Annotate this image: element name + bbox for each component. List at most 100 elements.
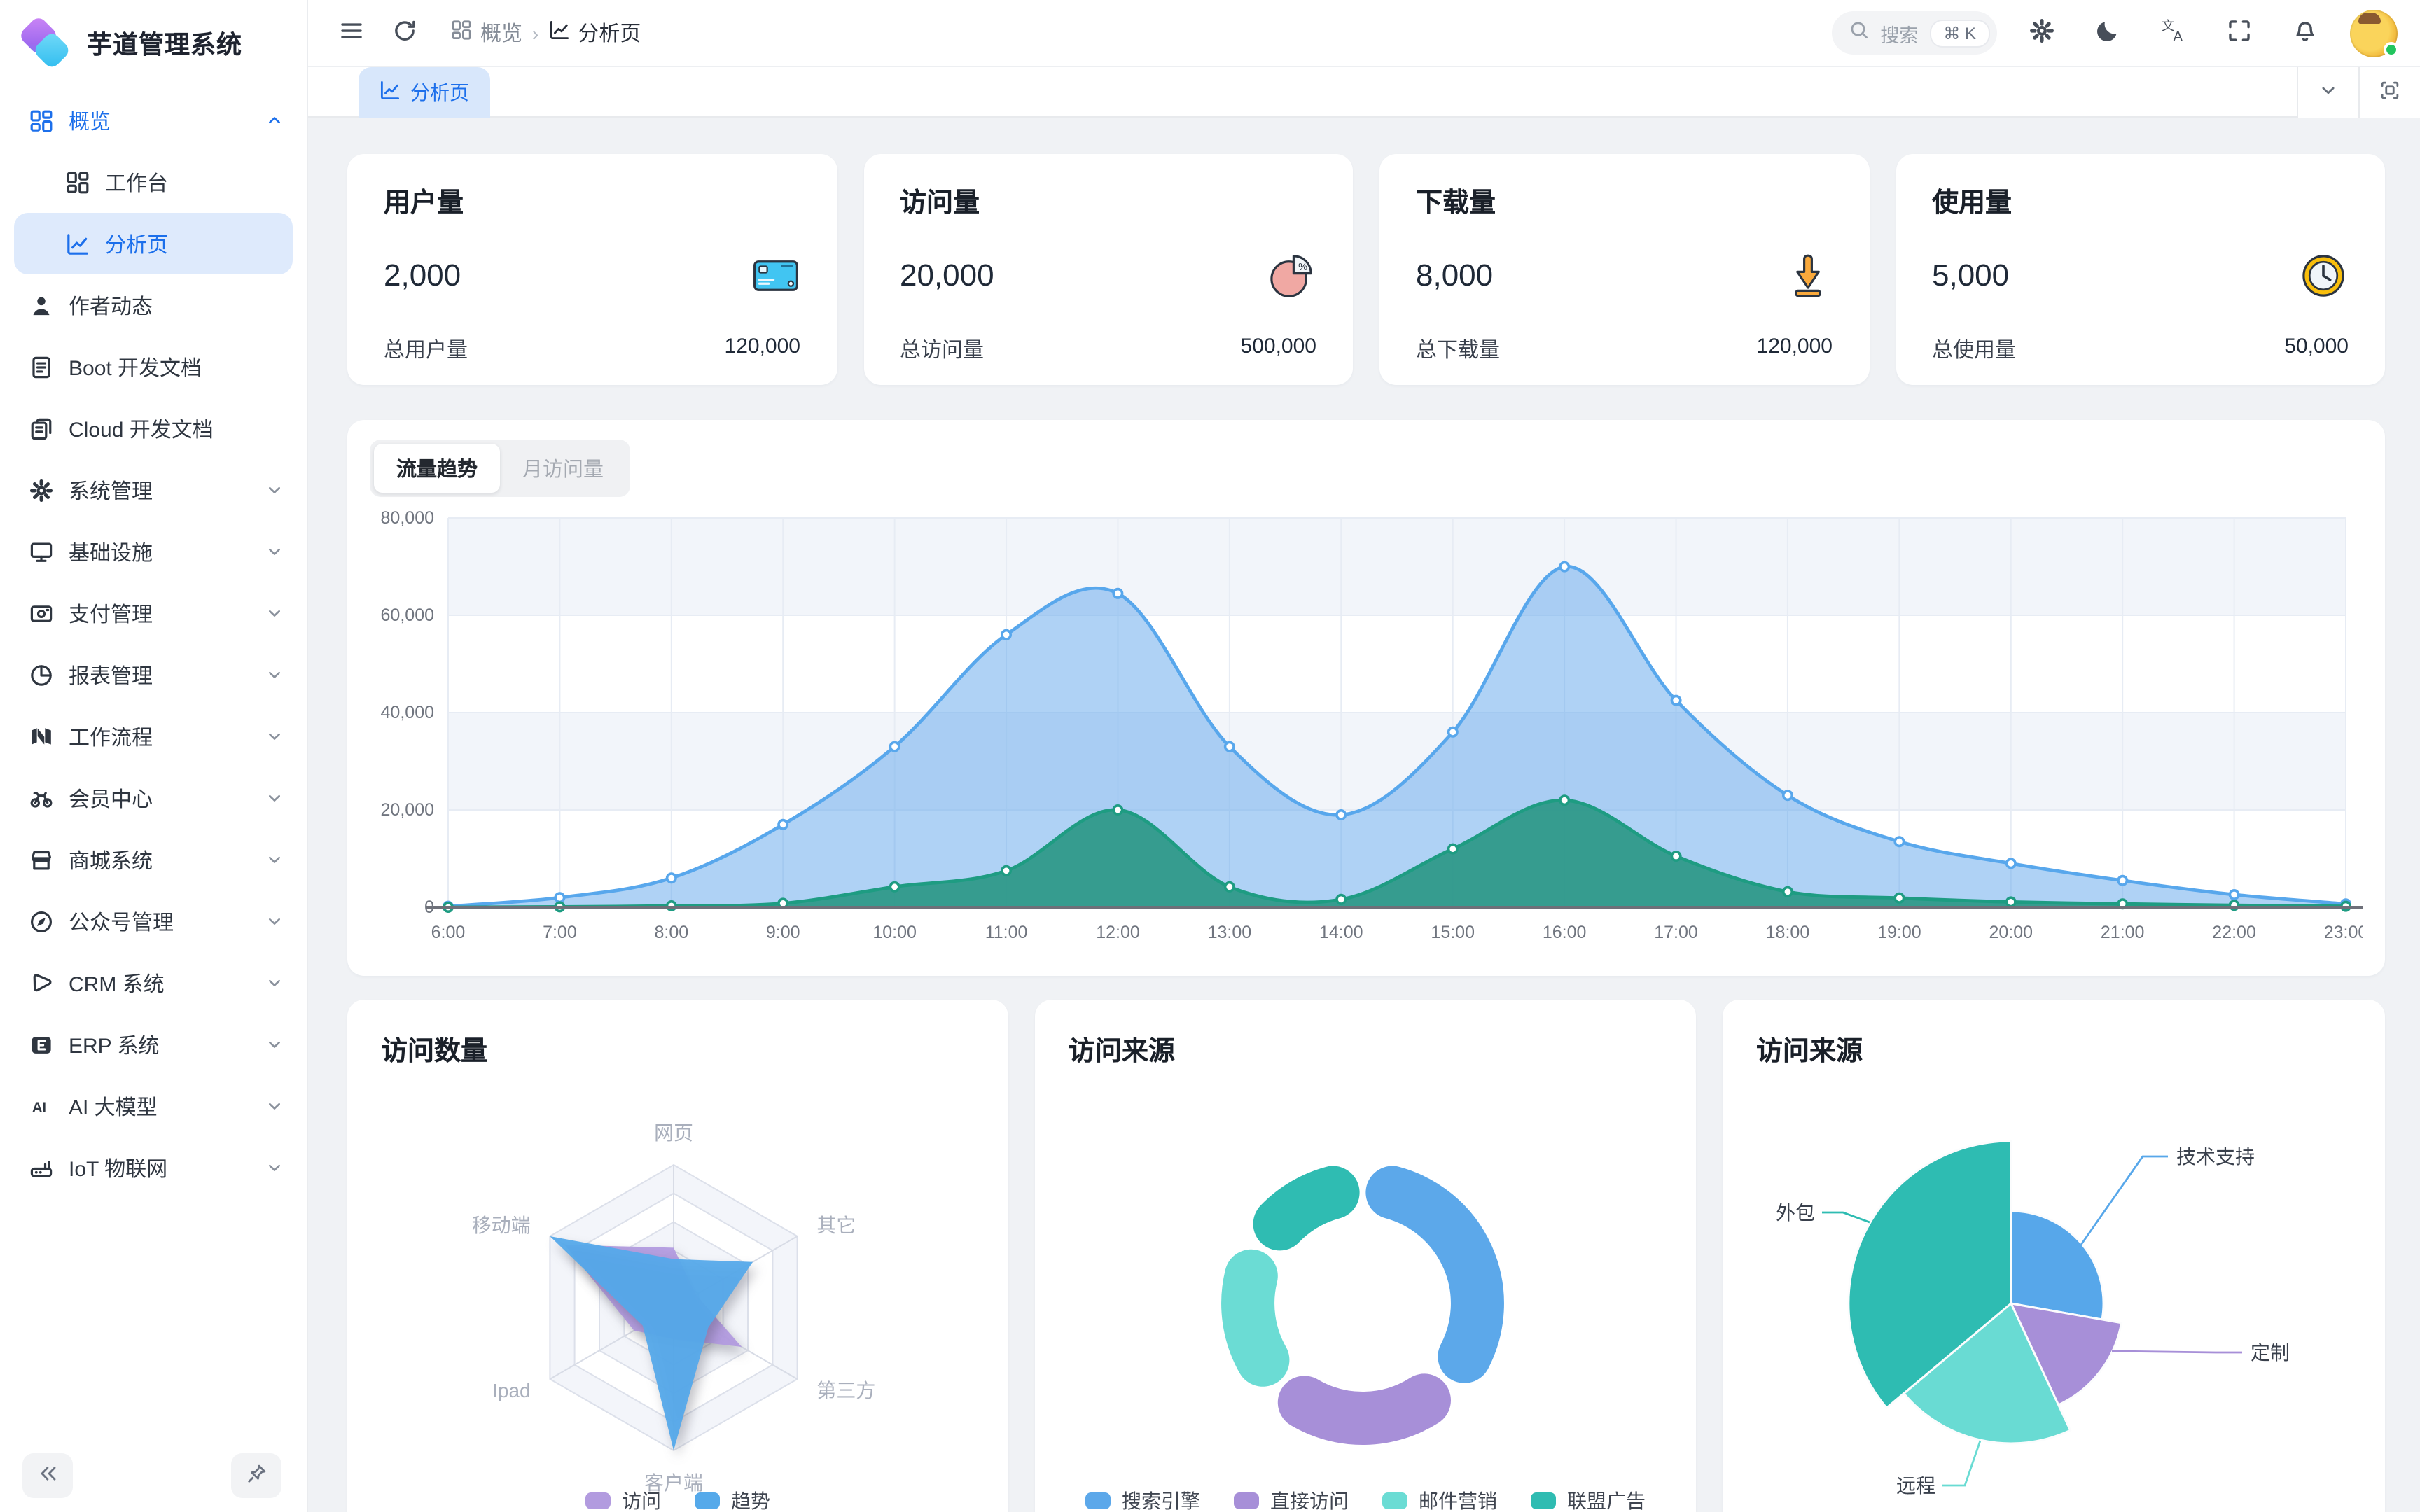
card-title: 访问数量 (347, 1000, 1008, 1068)
app-logo[interactable]: 芋道管理系统 (0, 0, 307, 81)
stat-card-value: 5,000 (1932, 258, 2009, 294)
chevron-down-icon (265, 480, 284, 500)
chevron-down-icon (265, 542, 284, 561)
tab-options-button[interactable] (2297, 67, 2358, 118)
search-shortcut-badge: ⌘ K (1929, 19, 1990, 47)
sidebar-pin-button[interactable] (231, 1453, 281, 1498)
legend-swatch (1382, 1492, 1407, 1509)
search-input[interactable]: 搜索 ⌘ K (1831, 11, 1997, 55)
visit-source-donut-chart[interactable] (1035, 1061, 1696, 1509)
trend-tab-group: 流量趋势 月访问量 (370, 440, 630, 497)
stat-total-label: 总用户量 (384, 335, 468, 364)
svg-text:0: 0 (424, 897, 434, 917)
svg-text:40,000: 40,000 (381, 703, 434, 722)
sidebar-item-mp[interactable]: 公众号管理 (0, 890, 307, 952)
sidebar-item-label: 系统管理 (69, 475, 265, 505)
fullscreen-button[interactable] (2218, 12, 2260, 54)
svg-text:80,000: 80,000 (381, 508, 434, 528)
expand-icon (2379, 80, 2400, 105)
sidebar-item-workflow[interactable]: 工作流程 (0, 706, 307, 767)
stat-card-visit-count: 访问量20,000%总访问量500,000 (863, 154, 1353, 385)
sidebar-item-ai[interactable]: AIAI 大模型 (0, 1075, 307, 1137)
stat-card-title: 下载量 (1416, 182, 1833, 220)
stat-card-title: 访问量 (900, 182, 1316, 220)
sidebar-item-cloud-docs[interactable]: Cloud 开发文档 (0, 398, 307, 459)
svg-text:外包: 外包 (1776, 1202, 1815, 1224)
sidebar-item-workbench[interactable]: 工作台 (0, 151, 307, 213)
card-title: 访问来源 (1035, 1000, 1696, 1068)
language-button[interactable]: 文A (2153, 12, 2195, 54)
legend-item[interactable]: 直接访问 (1234, 1487, 1349, 1512)
legend-swatch (1085, 1492, 1111, 1509)
settings-button[interactable] (2021, 12, 2063, 54)
breadcrumb-current[interactable]: 分析页 (548, 18, 641, 48)
sidebar-item-overview[interactable]: 概览 (0, 90, 307, 151)
monitor-icon (28, 539, 53, 564)
sidebar-item-mall[interactable]: 商城系统 (0, 829, 307, 890)
legend-item[interactable]: 访问 (585, 1487, 661, 1512)
svg-text:%: % (1298, 262, 1307, 273)
legend-label: 访问 (622, 1487, 661, 1512)
breadcrumb-root[interactable]: 概览 (451, 18, 522, 48)
donut-legend: 搜索引擎 直接访问 邮件营销 联盟广告 (1035, 1487, 1696, 1512)
sidebar-item-member[interactable]: 会员中心 (0, 767, 307, 829)
stat-total-value: 120,000 (725, 335, 800, 364)
svg-text:14:00: 14:00 (1319, 923, 1363, 942)
svg-text:AI: AI (32, 1100, 46, 1115)
tab-traffic-trend[interactable]: 流量趋势 (374, 444, 500, 493)
sidebar-item-system[interactable]: 系统管理 (0, 459, 307, 521)
tab-analysis[interactable]: 分析页 (359, 67, 490, 118)
stat-total-label: 总使用量 (1932, 335, 2016, 364)
stat-card-title: 用户量 (384, 182, 800, 220)
traffic-trend-chart[interactable]: 020,00040,00060,00080,0006:007:008:009:0… (370, 507, 2363, 952)
legend-item[interactable]: 趋势 (695, 1487, 770, 1512)
sidebar-item-analysis[interactable]: 分析页 (14, 213, 293, 274)
sidebar-item-report[interactable]: 报表管理 (0, 644, 307, 706)
sidebar-item-payment[interactable]: 支付管理 (0, 582, 307, 644)
sidebar-item-erp[interactable]: ERP 系统 (0, 1014, 307, 1075)
legend-item[interactable]: 邮件营销 (1382, 1487, 1497, 1512)
gear-icon (28, 477, 53, 503)
tab-bar-actions (2297, 67, 2420, 118)
pin-icon (246, 1463, 267, 1488)
legend-item[interactable]: 联盟广告 (1531, 1487, 1646, 1512)
svg-text:15:00: 15:00 (1431, 923, 1475, 942)
stat-total-label: 总下载量 (1416, 335, 1500, 364)
dark-mode-button[interactable] (2087, 12, 2129, 54)
sidebar-item-label: CRM 系统 (69, 968, 265, 997)
sidebar-collapse-button[interactable] (22, 1453, 73, 1498)
sidebar-item-boot-docs[interactable]: Boot 开发文档 (0, 336, 307, 398)
sidebar-footer (0, 1448, 307, 1498)
visit-source-rose-chart[interactable]: 技术支持定制远程外包 (1723, 1042, 2385, 1512)
svg-text:12:00: 12:00 (1096, 923, 1140, 942)
svg-text:其它: 其它 (816, 1214, 856, 1236)
chevron-up-icon (265, 111, 284, 130)
sidebar-item-label: 概览 (69, 106, 265, 135)
menu-toggle-button[interactable] (331, 12, 373, 54)
stats-row: 用户量2,000总用户量120,000访问量20,000%总访问量500,000… (347, 154, 2385, 385)
notifications-button[interactable] (2284, 12, 2326, 54)
topbar: 概览 › 分析页 搜索 ⌘ K 文A (308, 0, 2420, 67)
visit-volume-card: 访问数量 网页其它第三方客户端Ipad移动端 访问 趋势 (347, 1000, 1008, 1512)
tab-monthly-visits[interactable]: 月访问量 (500, 444, 626, 493)
sidebar-item-label: Boot 开发文档 (69, 352, 284, 382)
bike-icon (28, 785, 53, 811)
chart-icon (548, 20, 569, 46)
content-fullscreen-button[interactable] (2358, 67, 2420, 118)
sidebar-item-infrastructure[interactable]: 基础设施 (0, 521, 307, 582)
legend-item[interactable]: 搜索引擎 (1085, 1487, 1200, 1512)
topbar-left: 概览 › 分析页 (308, 12, 641, 54)
sidebar-item-author-news[interactable]: 作者动态 (0, 274, 307, 336)
chevron-down-icon (265, 1096, 284, 1116)
app-window: 芋道管理系统 概览工作台分析页作者动态Boot 开发文档Cloud 开发文档系统… (0, 0, 2420, 1512)
refresh-button[interactable] (384, 12, 426, 54)
legend-label: 趋势 (731, 1487, 770, 1512)
chart-icon (380, 80, 401, 105)
translate-icon: 文A (2161, 18, 2186, 48)
sidebar-item-iot[interactable]: IoT 物联网 (0, 1137, 307, 1198)
search-icon (1848, 19, 1869, 47)
sidebar-item-crm[interactable]: CRM 系统 (0, 952, 307, 1014)
user-avatar[interactable] (2350, 9, 2398, 57)
visit-volume-radar-chart[interactable]: 网页其它第三方客户端Ipad移动端 (347, 1061, 1008, 1509)
svg-text:远程: 远程 (1896, 1475, 1935, 1497)
